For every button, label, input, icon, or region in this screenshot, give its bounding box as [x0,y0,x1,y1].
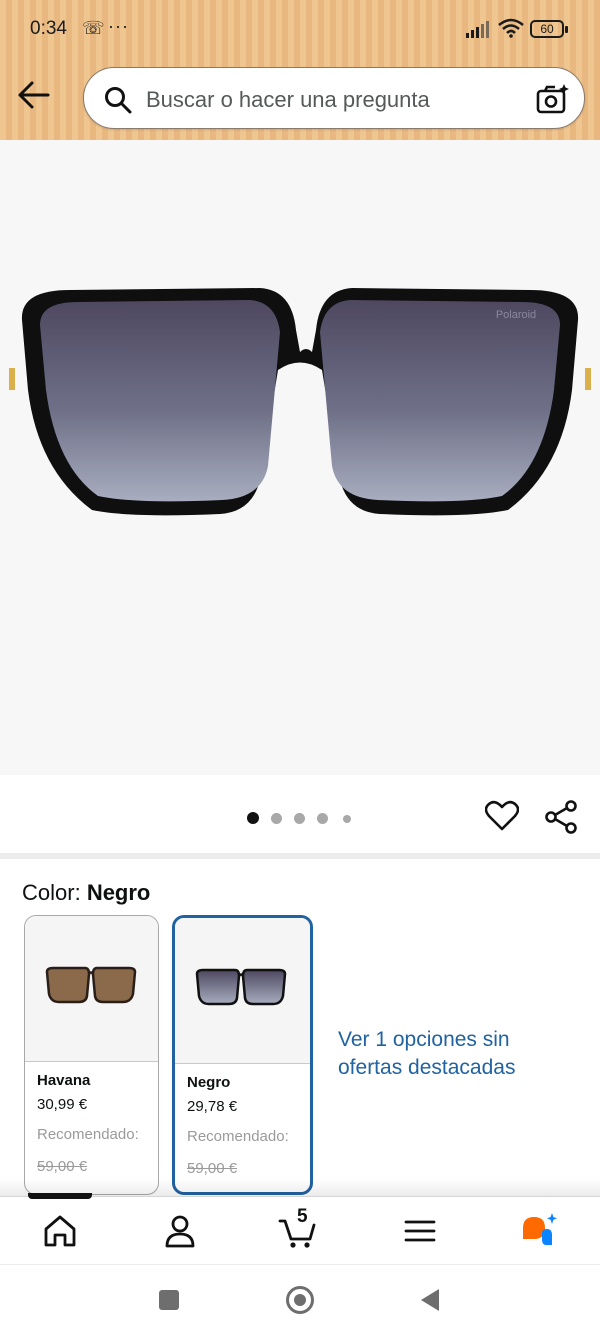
search-input[interactable]: Buscar o hacer una pregunta [146,87,430,113]
wifi-icon [498,18,524,38]
color-option-negro[interactable]: Negro 29,78 € Recomendado: 59,00 € [172,915,313,1195]
heart-icon[interactable] [485,800,519,832]
havana-glasses-thumbnail [45,966,137,1004]
home-button-icon[interactable] [286,1286,314,1314]
signal-icon [466,21,489,38]
image-pager-row [0,775,600,853]
menu-icon[interactable] [400,1211,440,1251]
system-nav-bar [0,1264,600,1334]
option-price: 30,99 € [37,1096,88,1113]
status-time: 0:34 [30,18,67,39]
product-image[interactable]: Polaroid [0,140,600,775]
negro-glasses-thumbnail [195,968,287,1006]
pager-dot-1[interactable] [247,812,259,824]
option-old-price: 59,00 € [187,1160,238,1177]
section-divider [0,853,600,859]
color-label-prefix: Color: [22,880,81,905]
option-recommended-label: Recomendado: [37,1126,139,1143]
color-selected-value: Negro [86,880,151,905]
pager-dot-4[interactable] [317,813,328,824]
missed-call-icon: ☏ [82,18,105,38]
pager-dot-3[interactable] [294,813,305,824]
app-header: 0:34 ☏ ··· 60 Buscar o hacer una pregunt… [0,0,600,140]
option-old-price: 59,00 € [37,1158,88,1175]
camera-search-icon[interactable] [536,83,570,115]
option-name: Havana [37,1072,91,1089]
status-bar: 0:34 ☏ ··· 60 [0,0,600,58]
more-options-link[interactable]: Ver 1 opciones sin ofertas destacadas [338,1026,578,1082]
option-price: 29,78 € [187,1098,238,1115]
battery-indicator: 60 [530,20,568,38]
option-recommended-label: Recomendado: [187,1128,289,1145]
system-back-icon[interactable] [421,1289,439,1311]
active-tab-indicator [28,1193,92,1199]
option-thumbnail [25,916,158,1062]
search-icon [105,87,132,114]
recent-apps-icon[interactable] [159,1290,179,1310]
brand-logo: Polaroid [496,309,536,321]
home-icon[interactable] [40,1211,80,1251]
more-notifications-icon: ··· [108,16,129,36]
share-icon[interactable] [544,800,578,834]
search-bar[interactable]: Buscar o hacer una pregunta [83,67,585,129]
back-arrow-icon[interactable] [14,78,54,112]
color-option-havana[interactable]: Havana 30,99 € Recomendado: 59,00 € [24,915,159,1195]
color-label: Color: Negro [22,880,150,906]
pager-dot-2[interactable] [271,813,282,824]
rufus-icon[interactable] [520,1211,560,1251]
option-thumbnail [175,918,310,1064]
pager-dot-5[interactable] [343,815,351,823]
cart-count-badge: 5 [297,1206,308,1227]
option-name: Negro [187,1074,231,1091]
account-icon[interactable] [160,1211,200,1251]
